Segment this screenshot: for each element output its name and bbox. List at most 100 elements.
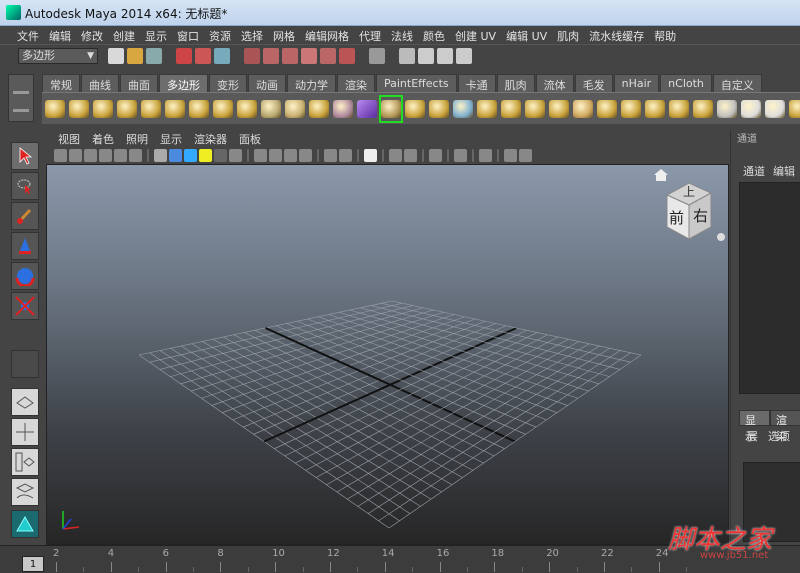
select-object-icon[interactable]	[195, 48, 211, 64]
snap-curve-icon[interactable]	[263, 48, 279, 64]
poly-torus-icon[interactable]	[165, 97, 185, 121]
shelf-tab-4[interactable]: 变形	[209, 74, 247, 92]
shelf-tab-14[interactable]: nCloth	[660, 74, 712, 92]
move-tool-icon[interactable]	[11, 232, 39, 260]
shelf-tab-12[interactable]: 毛发	[574, 74, 613, 92]
smooth-icon[interactable]	[379, 94, 403, 123]
poly-pipe-icon[interactable]	[237, 97, 257, 121]
shelf-tab-1[interactable]: 曲线	[81, 74, 119, 92]
menu-item-1[interactable]: 编辑	[44, 26, 76, 44]
history-icon[interactable]	[369, 48, 385, 64]
new-scene-icon[interactable]	[108, 48, 124, 64]
current-frame-field[interactable]: 1	[22, 556, 44, 572]
fill-hole-icon[interactable]	[597, 97, 617, 121]
tab-display-layers[interactable]: 显示	[739, 410, 770, 443]
bookmarks-icon[interactable]	[99, 148, 112, 162]
shelf-menu-handle[interactable]	[8, 74, 34, 122]
grid-icon[interactable]	[364, 148, 377, 162]
poly-cylinder-icon[interactable]	[93, 97, 113, 121]
append-polygon-icon[interactable]	[453, 97, 473, 121]
resolution-gate-icon[interactable]	[389, 148, 402, 162]
shelf-tab-7[interactable]: 渲染	[337, 74, 375, 92]
view-cube-toggle-icon[interactable]	[479, 148, 492, 162]
menu-item-8[interactable]: 网格	[268, 26, 300, 44]
uv-cylindrical-icon[interactable]	[765, 97, 785, 121]
shelf-tab-8[interactable]: PaintEffects	[376, 74, 457, 92]
antialias-icon[interactable]	[324, 148, 337, 162]
perspective-viewport[interactable]: 上 前 右	[46, 164, 729, 545]
menu-item-15[interactable]: 肌肉	[552, 26, 584, 44]
menu-set-select[interactable]: 多边形 ▼	[18, 48, 98, 64]
rotate-tool-icon[interactable]	[11, 262, 39, 290]
menu-item-6[interactable]: 资源	[204, 26, 236, 44]
dof-icon[interactable]	[339, 148, 352, 162]
shelf-tab-10[interactable]: 肌肉	[496, 74, 535, 92]
view-cube[interactable]: 上 前 右	[659, 177, 721, 243]
poly-helix-icon[interactable]	[261, 97, 281, 121]
poly-soccer-ball-icon[interactable]	[285, 97, 305, 121]
render-frame-icon[interactable]	[418, 48, 434, 64]
camera-attributes-icon[interactable]	[84, 148, 97, 162]
insert-edge-loop-icon[interactable]	[501, 97, 521, 121]
lasso-tool-icon[interactable]	[11, 172, 39, 200]
poly-prism-icon[interactable]	[189, 97, 209, 121]
outliner-layout-icon[interactable]	[11, 448, 39, 476]
save-scene-icon[interactable]	[146, 48, 162, 64]
tab-render-layers[interactable]: 渲染	[770, 410, 800, 443]
extrude-icon[interactable]	[405, 97, 425, 121]
render-view-icon[interactable]	[399, 48, 415, 64]
shelf-tab-9[interactable]: 卡通	[457, 74, 496, 92]
scale-tool-icon[interactable]	[11, 292, 39, 320]
split-polygon-icon[interactable]	[477, 97, 497, 121]
poly-pyramid-icon[interactable]	[213, 97, 233, 121]
shelf-tab-13[interactable]: nHair	[613, 74, 660, 92]
triangulate-icon[interactable]	[645, 97, 665, 121]
menu-item-7[interactable]: 选择	[236, 26, 268, 44]
options-menu[interactable]: 选项	[768, 428, 790, 444]
shelf-tab-11[interactable]: 流体	[535, 74, 574, 92]
shelf-tab-0[interactable]: 常规	[42, 74, 80, 92]
mirror-icon[interactable]	[693, 97, 713, 121]
shelf-tab-6[interactable]: 动力学	[287, 74, 336, 92]
panel-menu-3[interactable]: 显示	[154, 130, 188, 146]
uv-planar-icon[interactable]	[741, 97, 761, 121]
offset-edge-loop-icon[interactable]	[525, 97, 545, 121]
textured-icon[interactable]	[184, 148, 197, 162]
select-hierarchy-icon[interactable]	[176, 48, 192, 64]
panel-menu-1[interactable]: 着色	[86, 130, 120, 146]
gate-mask-icon[interactable]	[404, 148, 417, 162]
menu-item-4[interactable]: 显示	[140, 26, 172, 44]
panel-menu-2[interactable]: 照明	[120, 130, 154, 146]
open-scene-icon[interactable]	[127, 48, 143, 64]
safe-action-icon[interactable]	[504, 148, 517, 162]
menu-item-12[interactable]: 颜色	[418, 26, 450, 44]
menu-item-2[interactable]: 修改	[76, 26, 108, 44]
poly-sphere-icon[interactable]	[45, 97, 65, 121]
select-camera-icon[interactable]	[54, 148, 67, 162]
select-component-icon[interactable]	[214, 48, 230, 64]
bevel-plus-icon[interactable]	[573, 97, 593, 121]
wireframe-icon[interactable]	[154, 148, 167, 162]
channels-menu[interactable]: 通道	[743, 163, 765, 181]
menu-item-17[interactable]: 帮助	[649, 26, 681, 44]
hud-icon[interactable]	[429, 148, 442, 162]
menu-item-13[interactable]: 创建 UV	[450, 26, 501, 44]
magnet-icon[interactable]	[339, 48, 355, 64]
shelf-tab-2[interactable]: 曲面	[120, 74, 158, 92]
snap-view-icon[interactable]	[301, 48, 317, 64]
menu-item-5[interactable]: 窗口	[172, 26, 204, 44]
single-perspective-layout-icon[interactable]	[11, 388, 39, 416]
render-settings-icon[interactable]	[456, 48, 472, 64]
snap-surface-icon[interactable]	[320, 48, 336, 64]
ipr-render-icon[interactable]	[437, 48, 453, 64]
quadrangulate-icon[interactable]	[669, 97, 689, 121]
sculpt-icon[interactable]	[717, 97, 737, 121]
camera-select-icon[interactable]	[454, 148, 467, 162]
view-cube-menu-icon[interactable]	[717, 233, 725, 241]
snap-grid-icon[interactable]	[244, 48, 260, 64]
shelf-tab-3[interactable]: 多边形	[159, 74, 208, 92]
last-tool-slot[interactable]	[11, 350, 39, 378]
film-origin-icon[interactable]	[519, 148, 532, 162]
menu-item-9[interactable]: 编辑网格	[300, 26, 354, 44]
layers-menu[interactable]: 层	[747, 428, 758, 444]
